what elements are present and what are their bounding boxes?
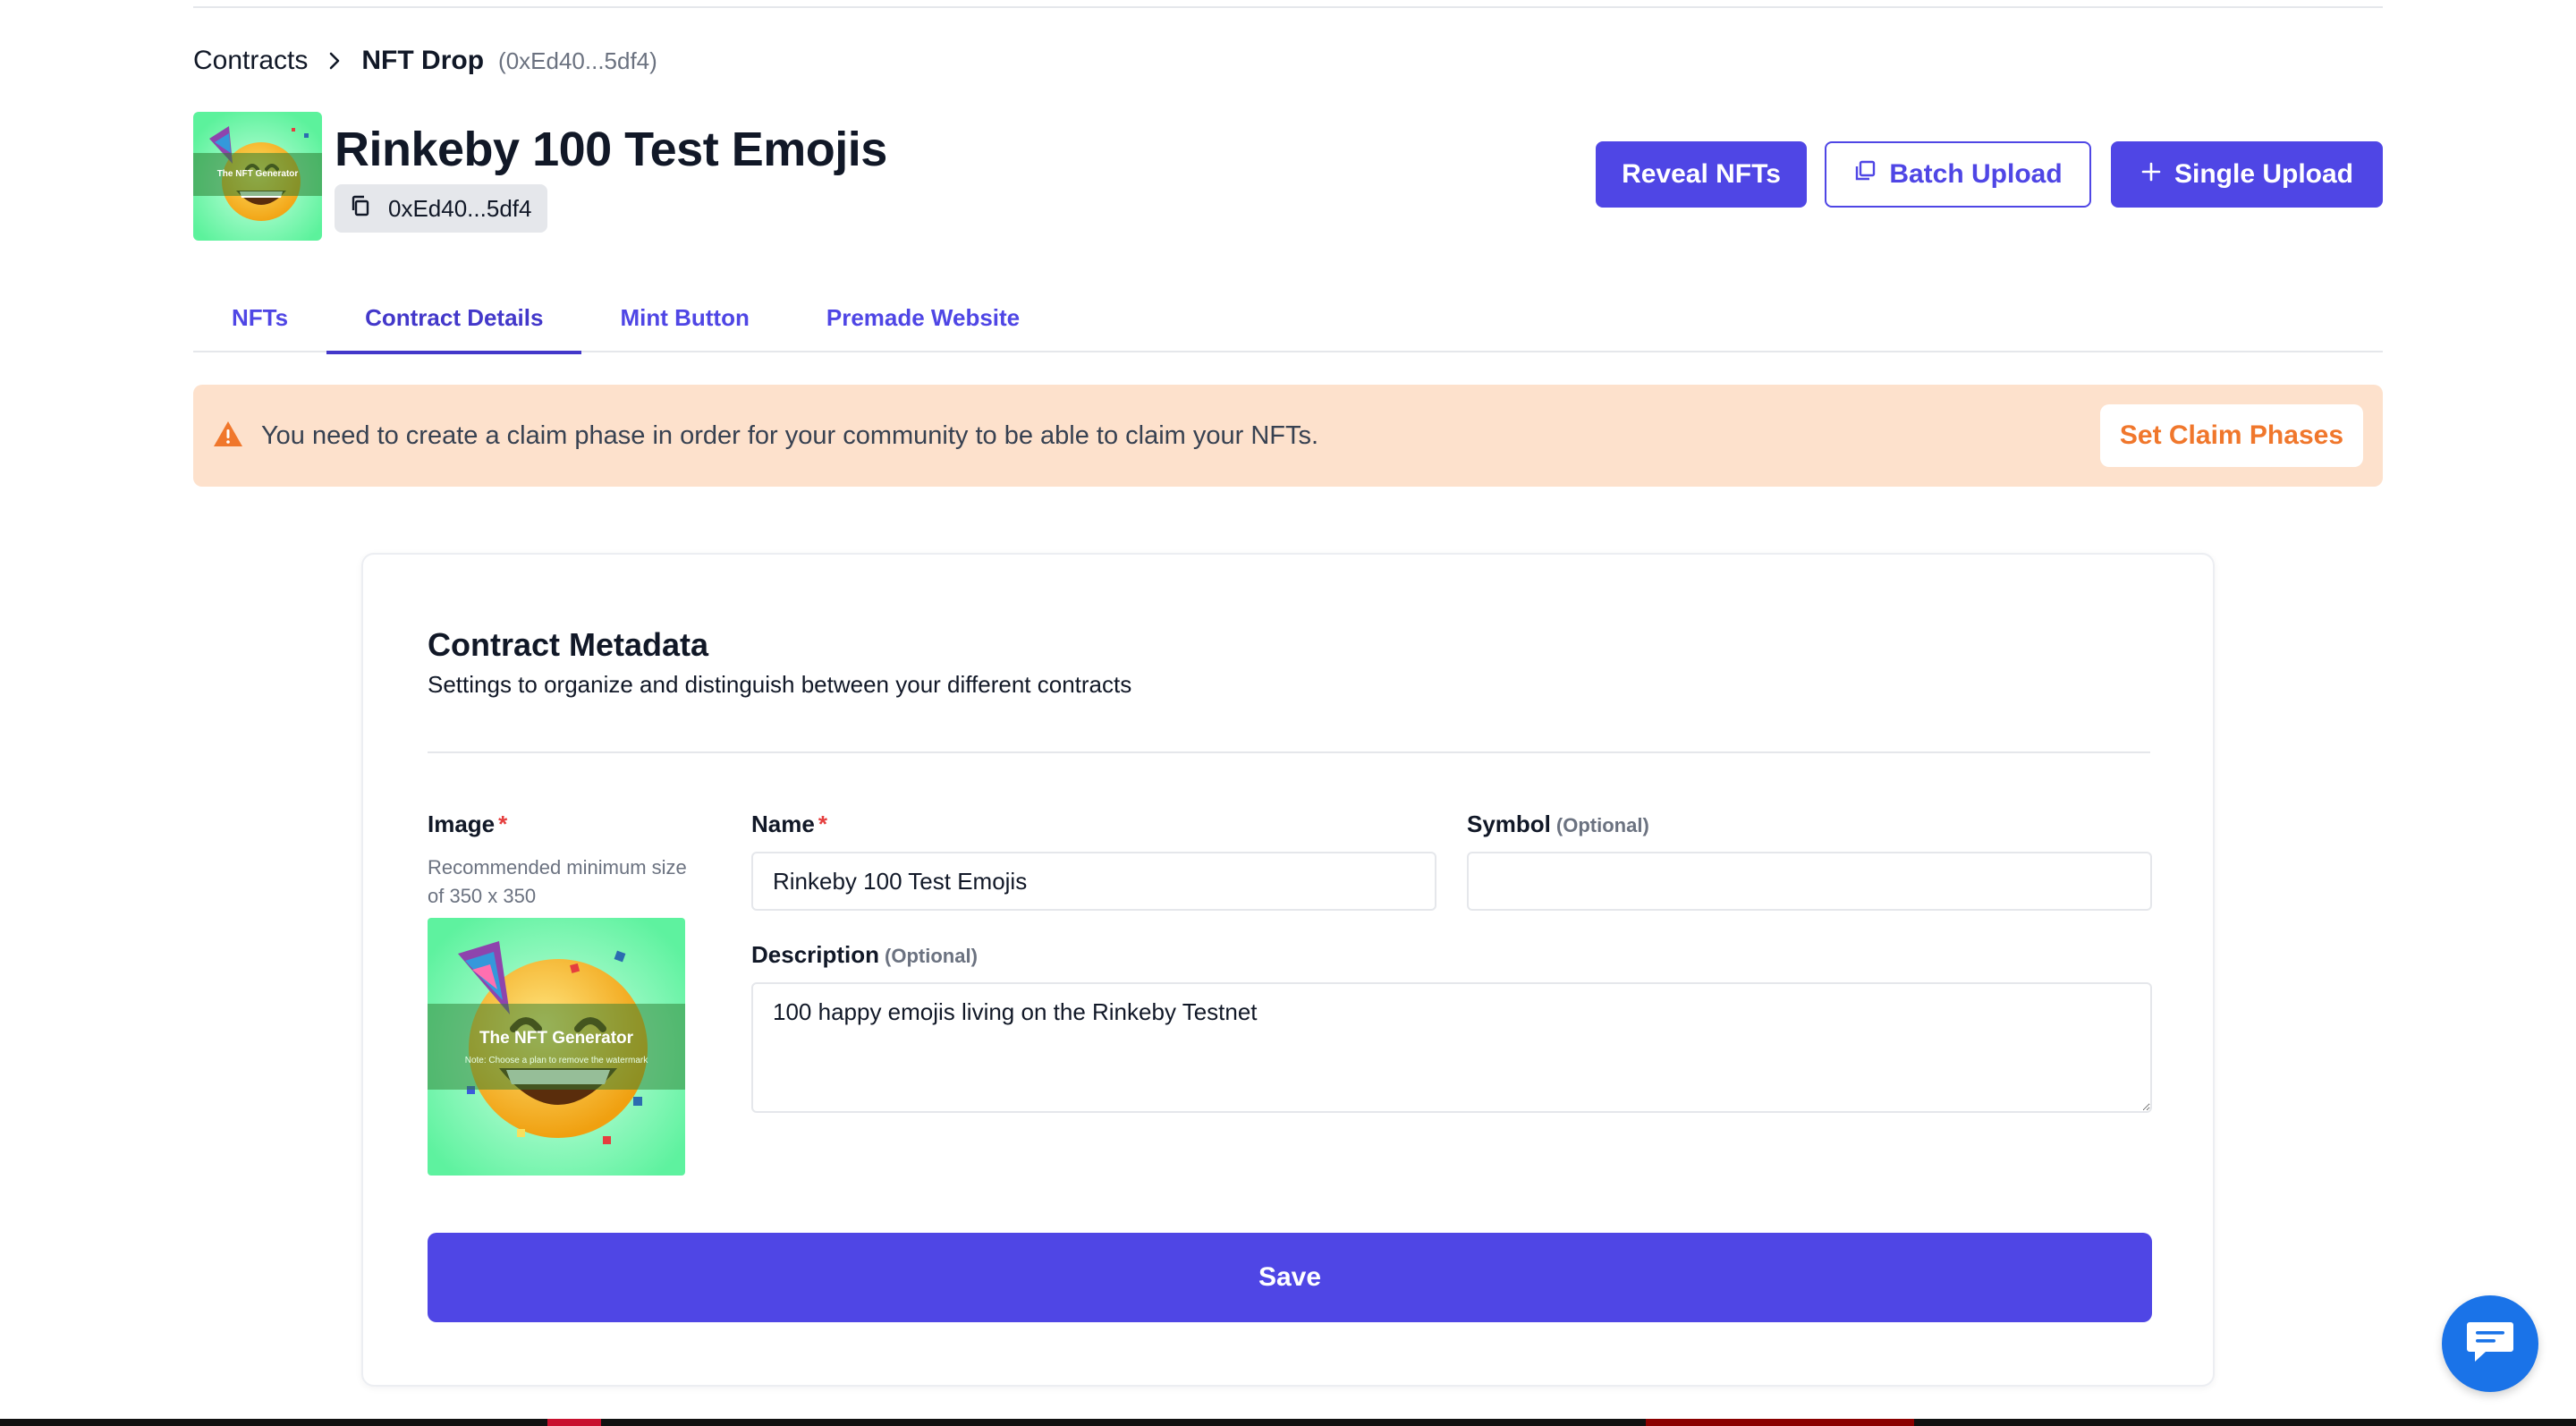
tab-premade-website[interactable]: Premade Website <box>788 283 1058 352</box>
image-watermark: The NFT Generator <box>479 1029 634 1048</box>
batch-upload-label: Batch Upload <box>1889 159 2063 189</box>
single-upload-button[interactable]: Single Upload <box>2111 141 2383 208</box>
card-title: Contract Metadata <box>428 626 709 663</box>
tab-bar: NFTs Contract Details Mint Button Premad… <box>193 283 2383 354</box>
breadcrumb-current: NFT Drop <box>361 46 485 75</box>
breadcrumb-address: (0xEd40...5df4) <box>498 47 657 74</box>
chevron-right-icon <box>315 41 354 81</box>
description-label: Description (Optional) <box>751 941 978 969</box>
page-root: Contracts NFT Drop (0xEd40...5df4) The N… <box>0 0 2576 1426</box>
alert-message: You need to create a claim phase in orde… <box>261 420 1319 450</box>
symbol-input[interactable] <box>1467 852 2152 911</box>
bottom-edge-strip <box>0 1419 2576 1426</box>
image-label: Image * <box>428 811 507 838</box>
thumbnail-watermark: The NFT Generator <box>217 169 299 179</box>
page-title: Rinkeby 100 Test Emojis <box>335 123 887 176</box>
reveal-nfts-label: Reveal NFTs <box>1622 159 1781 189</box>
address-chip-text: 0xEd40...5df4 <box>388 194 532 222</box>
breadcrumb: Contracts NFT Drop (0xEd40...5df4) <box>193 41 657 81</box>
save-button[interactable]: Save <box>428 1233 2152 1322</box>
optional-tag: (Optional) <box>1555 814 1649 836</box>
reveal-nfts-button[interactable]: Reveal NFTs <box>1596 141 1807 208</box>
card-subtitle: Settings to organize and distinguish bet… <box>428 671 1132 698</box>
image-watermark-note: Note: Choose a plan to remove the waterm… <box>465 1056 649 1065</box>
copy-icon <box>349 194 372 224</box>
image-upload-preview[interactable]: The NFT Generator Note: Choose a plan to… <box>428 918 685 1176</box>
contract-metadata-card: Contract Metadata Settings to organize a… <box>361 553 2215 1387</box>
required-mark: * <box>498 811 508 837</box>
image-label-text: Image <box>428 811 496 837</box>
name-label: Name * <box>751 811 827 838</box>
image-size-hint: Recommended minimum size of 350 x 350 <box>428 856 687 907</box>
card-divider <box>428 751 2150 753</box>
symbol-label: Symbol (Optional) <box>1467 811 1649 838</box>
plus-icon <box>2140 159 2162 190</box>
tab-nfts[interactable]: NFTs <box>193 283 326 352</box>
description-textarea[interactable]: 100 happy emojis living on the Rinkeby T… <box>751 982 2152 1113</box>
chat-launcher-button[interactable] <box>2442 1295 2538 1392</box>
address-copy-chip[interactable]: 0xEd40...5df4 <box>335 184 548 233</box>
optional-tag: (Optional) <box>885 945 978 967</box>
required-mark: * <box>818 811 827 837</box>
strip-accent <box>1646 1419 1914 1426</box>
top-divider <box>193 6 2383 8</box>
single-upload-label: Single Upload <box>2174 159 2353 189</box>
breadcrumb-contracts-link[interactable]: Contracts <box>193 46 308 76</box>
stack-icon <box>1853 159 1877 190</box>
name-label-text: Name <box>751 811 815 837</box>
batch-upload-button[interactable]: Batch Upload <box>1825 141 2091 208</box>
claim-phase-alert: You need to create a claim phase in orde… <box>193 385 2383 487</box>
warning-icon <box>213 420 243 453</box>
strip-accent <box>547 1419 601 1426</box>
contract-thumbnail: The NFT Generator <box>193 112 322 241</box>
name-input[interactable] <box>751 852 1436 911</box>
chat-bubble-icon <box>2464 1319 2516 1370</box>
tab-contract-details[interactable]: Contract Details <box>326 283 582 354</box>
symbol-label-text: Symbol <box>1467 811 1551 837</box>
description-label-text: Description <box>751 941 880 968</box>
set-claim-phases-button[interactable]: Set Claim Phases <box>2099 404 2363 467</box>
tab-mint-button[interactable]: Mint Button <box>581 283 787 352</box>
